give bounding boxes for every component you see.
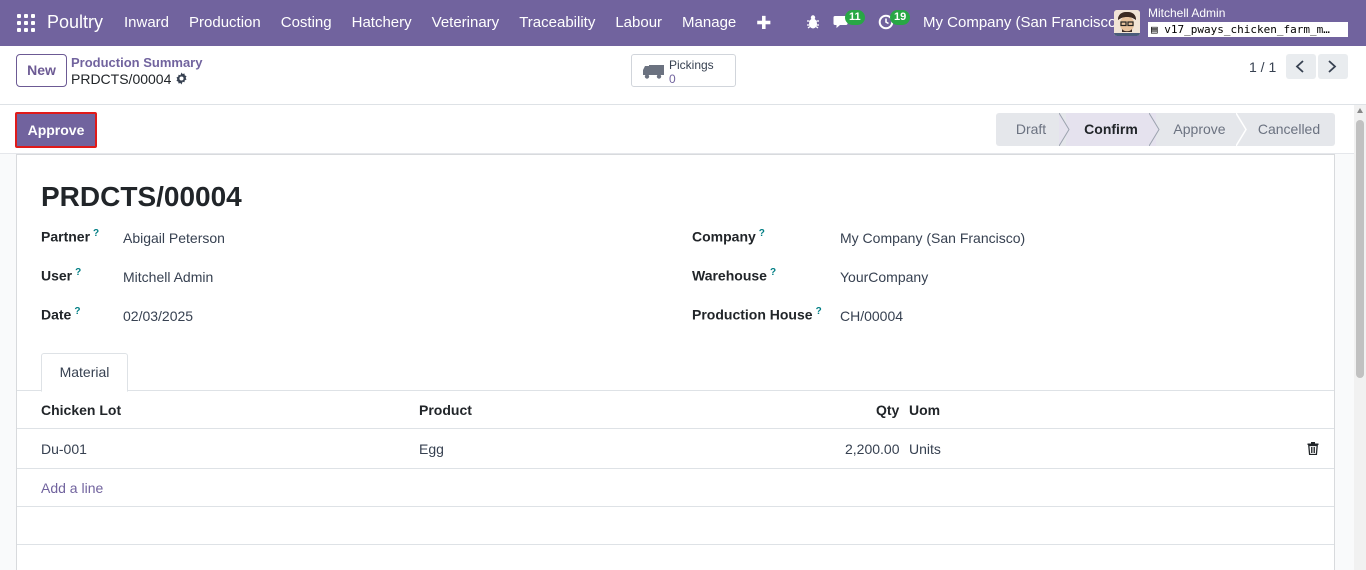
database-label: v17_pways_chicken_farm_m… <box>1164 23 1330 36</box>
company-label: Company? <box>692 228 765 245</box>
warehouse-field[interactable]: YourCompany <box>840 269 928 285</box>
approve-button[interactable]: Approve <box>15 112 97 148</box>
cell-uom[interactable]: Units <box>909 441 941 457</box>
column-product[interactable]: Product <box>419 402 472 418</box>
control-panel: New Production Summary PRDCTS/00004 Pick… <box>0 46 1366 105</box>
page-scrollbar[interactable] <box>1354 105 1366 570</box>
pager-previous-button[interactable] <box>1286 54 1316 79</box>
help-tooltip-icon[interactable]: ? <box>770 267 776 278</box>
help-tooltip-icon[interactable]: ? <box>816 306 822 317</box>
database-icon: ▤ <box>1151 23 1165 36</box>
menu-inward[interactable]: Inward <box>114 0 179 46</box>
new-button[interactable]: New <box>16 54 67 87</box>
date-label: Date? <box>41 306 80 323</box>
stage-cancelled[interactable]: Cancelled <box>1243 113 1335 146</box>
pager-value[interactable]: 1 / 1 <box>1249 59 1276 75</box>
cell-product[interactable]: Egg <box>419 441 444 457</box>
menu-manage[interactable]: Manage <box>672 0 746 46</box>
app-grid-icon[interactable] <box>17 14 35 32</box>
gear-icon[interactable] <box>175 72 188 85</box>
pickings-smart-button[interactable]: Pickings 0 <box>631 54 736 87</box>
date-label-text: Date <box>41 306 72 323</box>
company-label-text: Company <box>692 228 756 245</box>
trash-icon[interactable] <box>1307 442 1319 455</box>
user-field[interactable]: Mitchell Admin <box>123 269 213 285</box>
record-title: PRDCTS/00004 <box>41 181 242 212</box>
messages-count-badge: 11 <box>845 10 865 25</box>
warehouse-label: Warehouse? <box>692 267 776 284</box>
material-table-header: Chicken Lot Product Qty Uom <box>17 391 1334 429</box>
stage-confirm-active[interactable]: Confirm <box>1066 113 1160 146</box>
add-line-row: Add a line <box>17 469 1334 507</box>
activities-count-badge: 19 <box>890 10 911 25</box>
plus-icon[interactable]: ✚ <box>746 13 781 34</box>
truck-icon <box>643 65 664 79</box>
stage-separator <box>1149 113 1160 146</box>
menu-labour[interactable]: Labour <box>605 0 672 46</box>
stage-separator <box>1236 113 1247 146</box>
help-tooltip-icon[interactable]: ? <box>759 228 765 239</box>
user-name[interactable]: Mitchell Admin <box>1148 6 1225 20</box>
stage-draft-label: Draft <box>1015 121 1047 137</box>
pickings-count: 0 <box>669 72 676 86</box>
empty-table-row <box>17 507 1334 545</box>
pager-next-button[interactable] <box>1318 54 1348 79</box>
tab-material[interactable]: Material <box>41 353 128 392</box>
breadcrumb-production-summary[interactable]: Production Summary <box>71 55 202 70</box>
user-avatar[interactable] <box>1114 10 1140 36</box>
company-field[interactable]: My Company (San Francisco) <box>840 230 1025 246</box>
top-navbar: Poultry Inward Production Costing Hatche… <box>0 0 1366 46</box>
partner-field[interactable]: Abigail Peterson <box>123 230 225 246</box>
pickings-label: Pickings <box>669 58 714 72</box>
menu-production[interactable]: Production <box>179 0 271 46</box>
form-status-row: Approve Draft Confirm Approve Cancelled <box>0 105 1354 154</box>
status-bar: Draft Confirm Approve Cancelled <box>996 113 1335 146</box>
menu-veterinary[interactable]: Veterinary <box>422 0 510 46</box>
app-brand[interactable]: Poultry <box>47 12 103 33</box>
production-house-field[interactable]: CH/00004 <box>840 308 903 324</box>
partner-label: Partner? <box>41 228 99 245</box>
main-menu: Inward Production Costing Hatchery Veter… <box>114 0 781 46</box>
date-field[interactable]: 02/03/2025 <box>123 308 193 324</box>
company-switcher[interactable]: My Company (San Francisco) <box>923 14 1121 31</box>
chevron-left-icon <box>1295 60 1304 73</box>
menu-hatchery[interactable]: Hatchery <box>342 0 422 46</box>
stage-draft[interactable]: Draft <box>996 113 1070 146</box>
menu-costing[interactable]: Costing <box>271 0 342 46</box>
chevron-right-icon <box>1328 60 1337 73</box>
stage-cancelled-label: Cancelled <box>1257 121 1321 137</box>
stage-approve[interactable]: Approve <box>1156 113 1247 146</box>
warehouse-label-text: Warehouse <box>692 267 767 284</box>
stage-approve-label: Approve <box>1173 121 1226 137</box>
user-label-text: User <box>41 267 73 284</box>
scroll-up-arrow-icon[interactable] <box>1357 108 1363 113</box>
cell-qty[interactable]: 2,200.00 <box>845 441 900 457</box>
notebook-tabs: Material <box>17 353 1334 392</box>
production-house-label: Production House? <box>692 306 822 323</box>
column-chicken-lot[interactable]: Chicken Lot <box>41 402 121 418</box>
stage-separator <box>1059 113 1070 146</box>
help-tooltip-icon[interactable]: ? <box>74 306 80 317</box>
help-tooltip-icon[interactable]: ? <box>75 267 81 278</box>
column-qty[interactable]: Qty <box>876 402 899 418</box>
partner-label-text: Partner <box>41 228 91 245</box>
help-tooltip-icon[interactable]: ? <box>93 228 99 239</box>
database-name: ▤ v17_pways_chicken_farm_m… <box>1148 22 1348 37</box>
add-line-link[interactable]: Add a line <box>41 480 103 496</box>
cell-chicken-lot[interactable]: Du-001 <box>41 441 87 457</box>
scrollbar-thumb[interactable] <box>1356 120 1364 378</box>
table-row[interactable]: Du-001 Egg 2,200.00 Units <box>17 429 1334 469</box>
form-sheet: PRDCTS/00004 Partner? Abigail Peterson U… <box>16 154 1335 570</box>
user-label: User? <box>41 267 81 284</box>
production-house-label-text: Production House <box>692 306 813 323</box>
bug-icon[interactable] <box>806 14 820 30</box>
column-uom[interactable]: Uom <box>909 402 940 418</box>
menu-traceability[interactable]: Traceability <box>509 0 605 46</box>
breadcrumb-current-record: PRDCTS/00004 <box>71 71 172 87</box>
stage-confirm-label: Confirm <box>1084 121 1138 137</box>
